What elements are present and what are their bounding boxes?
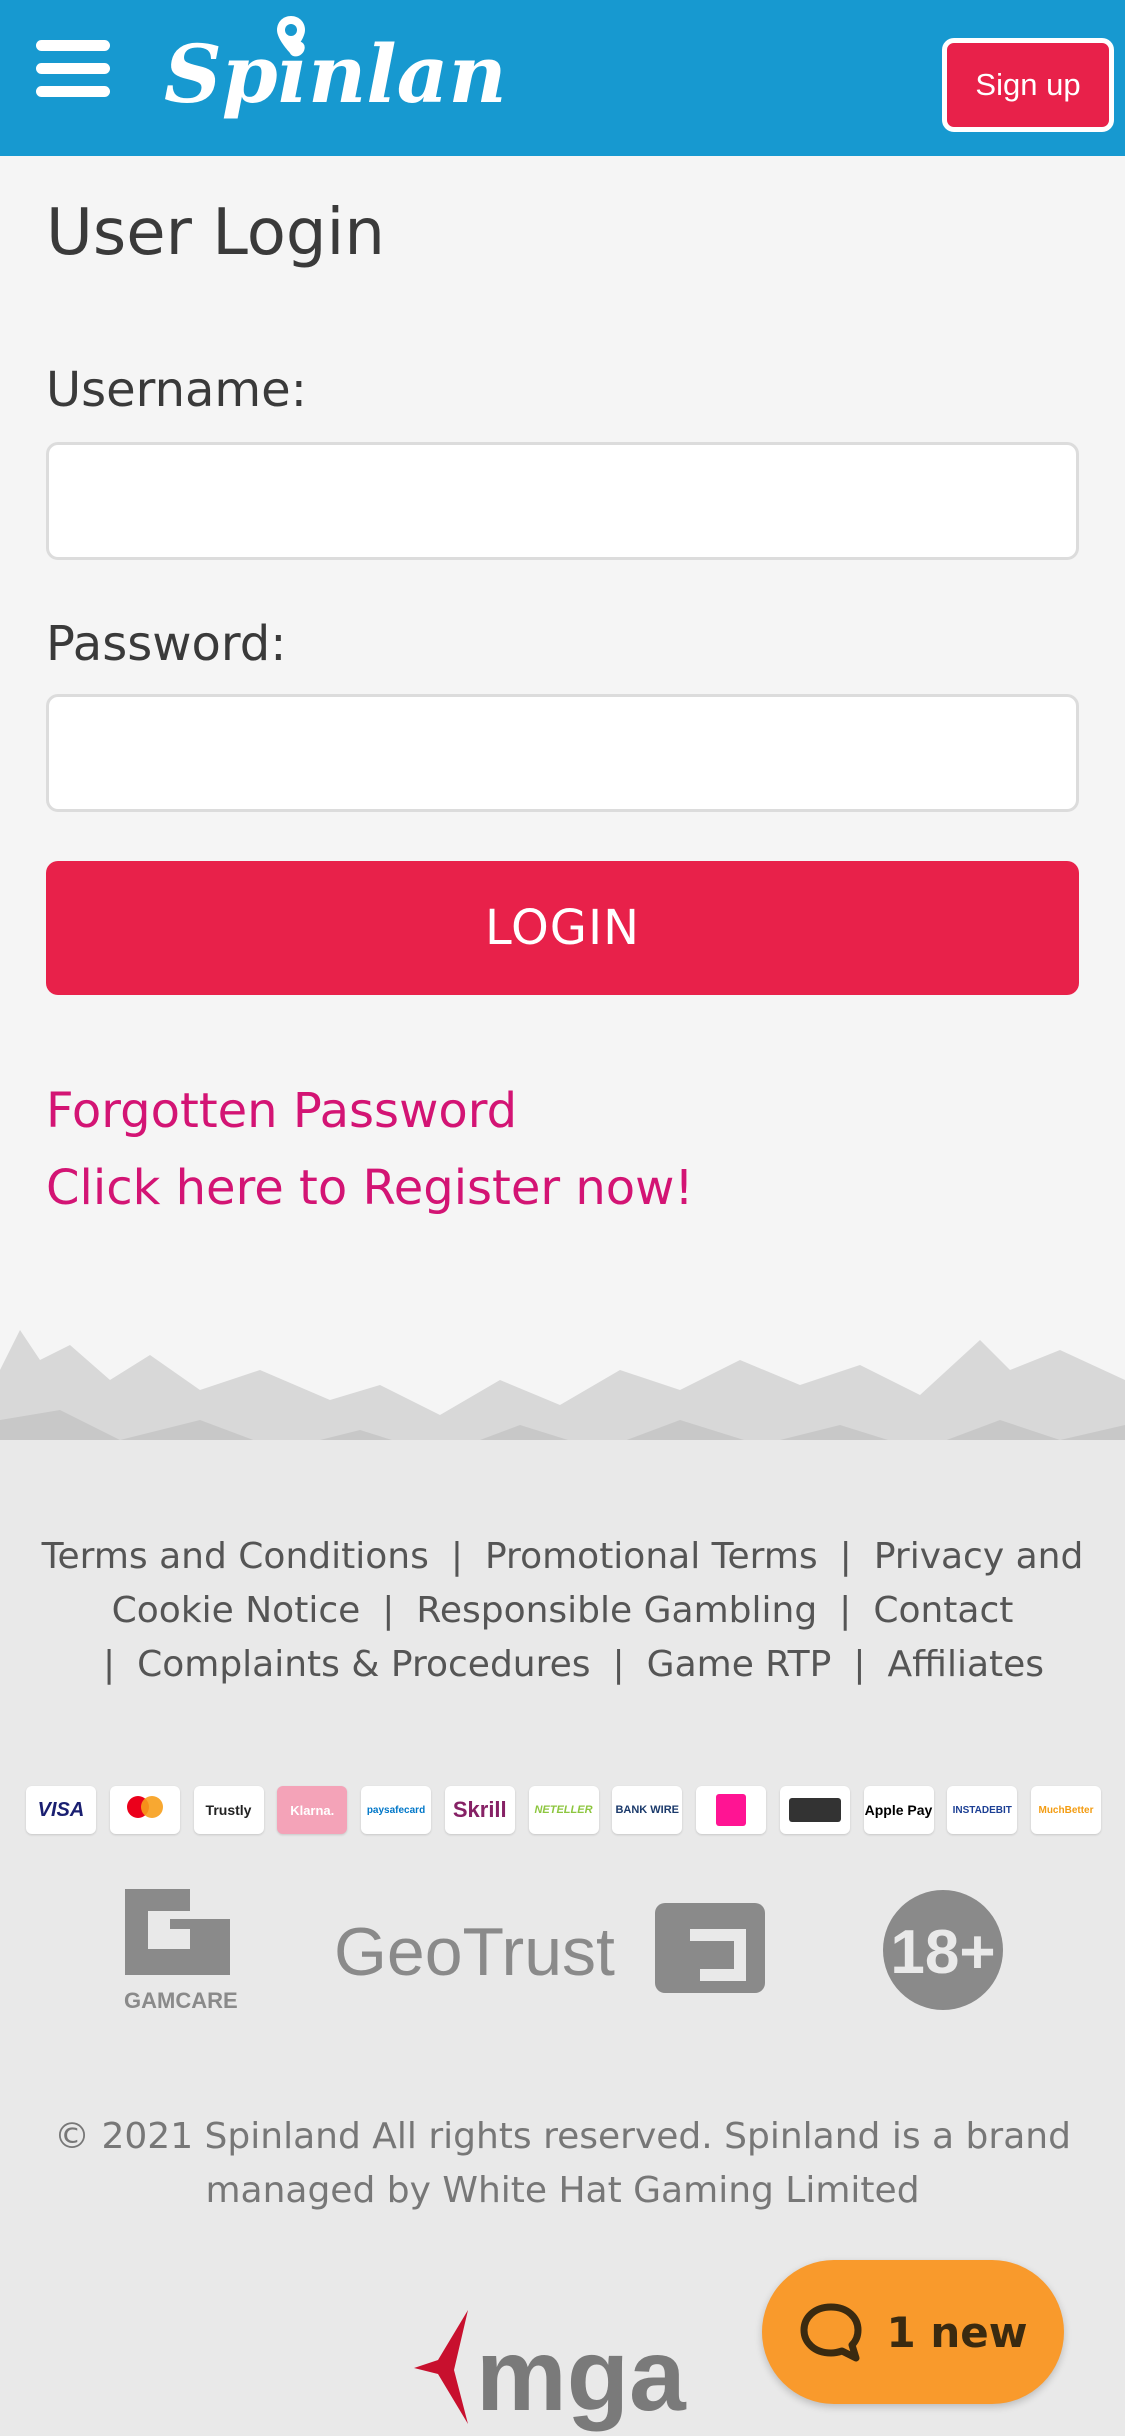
chat-new-count: 1 new <box>886 2307 1028 2357</box>
password-label: Password: <box>46 616 287 672</box>
forgotten-password-link[interactable]: Forgotten Password <box>46 1083 517 1139</box>
boku-icon <box>779 1786 850 1834</box>
contact-link[interactable]: Contact <box>873 1590 1013 1631</box>
page-title: User Login <box>46 196 385 270</box>
klarna-icon: Klarna. <box>277 1786 348 1834</box>
copyright-text: © 2021 Spinland All rights reserved. Spi… <box>54 2116 1071 2211</box>
fonix-icon <box>696 1786 766 1834</box>
neteller-icon: NETELLER <box>528 1786 599 1834</box>
bank-wire-icon: BANK WIRE <box>612 1786 683 1834</box>
visa-icon: VISA <box>26 1786 96 1834</box>
brand-name: Spinland <box>164 27 505 121</box>
muchbetter-icon: MuchBetter <box>1031 1786 1101 1834</box>
mga-logo[interactable]: mga <box>410 2300 710 2436</box>
paysafecard-icon: paysafecard <box>361 1786 431 1834</box>
spinland-logo[interactable]: Spinland <box>160 14 563 134</box>
promotional-terms-link[interactable]: Promotional Terms <box>485 1536 818 1577</box>
login-button[interactable]: LOGIN <box>46 861 1079 995</box>
chat-button[interactable]: 1 new <box>762 2260 1064 2404</box>
register-link[interactable]: Click here to Register now! <box>46 1160 694 1216</box>
complaints-link[interactable]: Complaints & Procedures <box>137 1644 590 1685</box>
gamcare-label: GAMCARE <box>124 1988 238 2013</box>
mga-label: mga <box>476 2318 687 2432</box>
affiliates-link[interactable]: Affiliates <box>888 1644 1045 1685</box>
username-field[interactable] <box>46 442 1079 560</box>
payment-methods: VISA Trustly Klarna. paysafecard Skrill … <box>26 1786 1101 1834</box>
instadebit-icon: INSTADEBIT <box>947 1786 1018 1834</box>
username-label: Username: <box>46 362 307 418</box>
apple-pay-icon: Apple Pay <box>863 1786 934 1834</box>
menu-icon[interactable] <box>36 40 112 97</box>
trustly-icon: Trustly <box>193 1786 264 1834</box>
top-header: Spinland Sign up <box>0 0 1125 156</box>
geotrust-label: GeoTrust <box>334 1914 615 1990</box>
sign-up-button[interactable]: Sign up <box>942 38 1114 132</box>
trust-badges: GAMCARE GeoTrust 18+ <box>124 1889 1003 2013</box>
password-field[interactable] <box>46 694 1079 812</box>
footer-links: Terms and Conditions | Promotional Terms | P… <box>41 1536 1084 1685</box>
gamcare-icon: GAMCARE <box>124 1889 238 2013</box>
chat-bubble-icon <box>800 2303 862 2362</box>
geotrust-icon: GeoTrust <box>334 1903 765 1993</box>
game-rtp-link[interactable]: Game RTP <box>647 1644 832 1685</box>
skrill-icon: Skrill <box>444 1786 515 1834</box>
mastercard-icon <box>109 1786 180 1834</box>
responsible-gambling-link[interactable]: Responsible Gambling <box>416 1590 817 1631</box>
age-label: 18+ <box>890 1918 995 1987</box>
age-18-plus-icon: 18+ <box>883 1890 1003 2010</box>
terms-link[interactable]: Terms and Conditions <box>42 1536 429 1577</box>
